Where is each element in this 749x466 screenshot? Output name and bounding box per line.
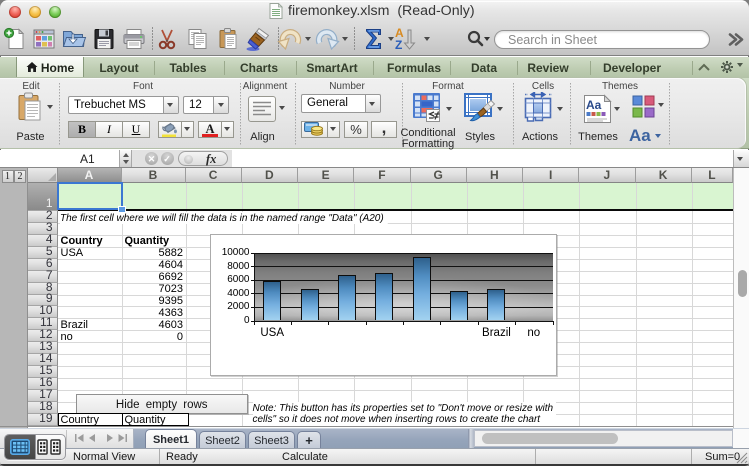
svg-text:Aa: Aa bbox=[586, 98, 602, 112]
svg-text:Z: Z bbox=[395, 38, 402, 52]
